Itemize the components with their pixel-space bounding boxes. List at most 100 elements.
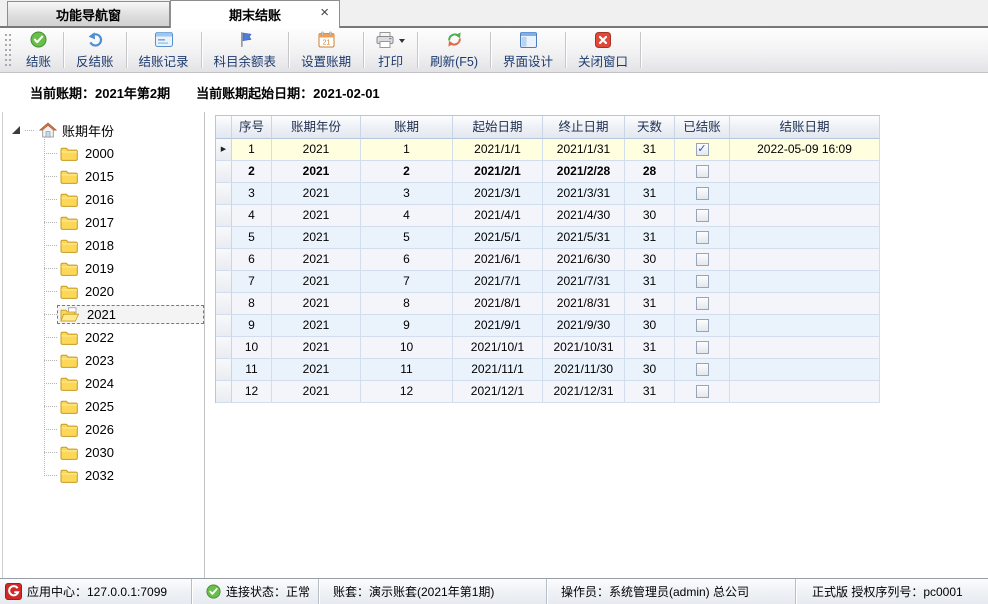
column-header[interactable]: 已结账 [675,116,730,139]
table-row[interactable]: 8202182021/8/12021/8/3131 [216,293,880,315]
column-header[interactable]: 天数 [625,116,675,139]
column-header[interactable]: 结账日期 [730,116,880,139]
row-selector[interactable] [216,161,232,183]
tree-item-box[interactable]: 2017 [57,213,204,232]
tab-close-icon[interactable]: × [320,5,329,21]
tree-item-2016[interactable]: 2016 [3,188,204,211]
tree-item-box[interactable]: 2019 [57,259,204,278]
row-selector[interactable] [216,227,232,249]
closing-records-button[interactable]: 结账记录 [127,28,201,72]
cell-close-date [730,293,880,315]
tree-item-box[interactable]: 2026 [57,420,204,439]
table-row[interactable]: 2202122021/2/12021/2/2828 [216,161,880,183]
tree-item-2017[interactable]: 2017 [3,211,204,234]
table-row[interactable]: 112021112021/11/12021/11/3030 [216,359,880,381]
closed-checkbox[interactable] [696,209,709,222]
tree-item-2021[interactable]: 2021 [3,303,204,326]
column-header[interactable]: 账期 [361,116,453,139]
cell-close-date [730,381,880,403]
tree-item-box[interactable]: 2025 [57,397,204,416]
column-header[interactable]: 序号 [232,116,272,139]
close-window-button[interactable]: 关闭窗口 [566,28,640,72]
tree-item-box[interactable]: 2021 [57,305,204,324]
row-selector[interactable]: ▶ [216,139,232,161]
cell-days: 31 [625,183,675,205]
row-selector[interactable] [216,293,232,315]
account-balance-button[interactable]: 科目余额表 [202,28,289,72]
tree-item-2018[interactable]: 2018 [3,234,204,257]
table-row[interactable]: 122021122021/12/12021/12/3131 [216,381,880,403]
closed-checkbox[interactable] [696,165,709,178]
status-bar: 应用中心：127.0.0.1:7099 连接状态：正常 账套：演示账套(2021… [0,578,988,604]
closed-checkbox[interactable] [696,341,709,354]
tree-item-2024[interactable]: 2024 [3,372,204,395]
table-row[interactable]: ▶1202112021/1/12021/1/3131✓2022-05-09 16… [216,139,880,161]
close-period-button[interactable]: 结账 [14,28,63,72]
reverse-closing-button[interactable]: 反结账 [64,28,126,72]
tree-root-node[interactable]: 账期年份 [3,118,204,142]
row-selector[interactable] [216,337,232,359]
tree-item-box[interactable]: 2015 [57,167,204,186]
closed-checkbox[interactable] [696,231,709,244]
column-header[interactable]: 账期年份 [272,116,361,139]
refresh-button[interactable]: 刷新(F5) [418,28,490,72]
cell-year: 2021 [272,161,361,183]
tree-item-2026[interactable]: 2026 [3,418,204,441]
tab-function-nav[interactable]: 功能导航窗 [7,1,170,26]
tree-item-box[interactable]: 2018 [57,236,204,255]
tree-item-2022[interactable]: 2022 [3,326,204,349]
closed-checkbox[interactable] [696,253,709,266]
closed-checkbox[interactable]: ✓ [696,143,709,156]
column-header[interactable]: 起始日期 [453,116,543,139]
table-row[interactable]: 4202142021/4/12021/4/3030 [216,205,880,227]
tree-item-2023[interactable]: 2023 [3,349,204,372]
expand-triangle-icon[interactable] [12,126,20,134]
ui-design-button[interactable]: 界面设计 [491,28,565,72]
closed-checkbox[interactable] [696,187,709,200]
closed-checkbox[interactable] [696,319,709,332]
table-row[interactable]: 3202132021/3/12021/3/3131 [216,183,880,205]
row-selector[interactable] [216,271,232,293]
closed-checkbox[interactable] [696,275,709,288]
tree-item-box[interactable]: 2024 [57,374,204,393]
cell-days: 30 [625,359,675,381]
tree-item-2015[interactable]: 2015 [3,165,204,188]
closed-checkbox[interactable] [696,297,709,310]
print-dropdown-icon[interactable] [399,39,405,43]
table-row[interactable]: 102021102021/10/12021/10/3131 [216,337,880,359]
tree-item-2030[interactable]: 2030 [3,441,204,464]
table-row[interactable]: 5202152021/5/12021/5/3131 [216,227,880,249]
tree-item-box[interactable]: 2016 [57,190,204,209]
column-header[interactable]: 终止日期 [543,116,625,139]
cell-end: 2021/11/30 [543,359,625,381]
tree-item-box[interactable]: 2022 [57,328,204,347]
cell-close-date [730,359,880,381]
table-row[interactable]: 7202172021/7/12021/7/3131 [216,271,880,293]
tree-item-2019[interactable]: 2019 [3,257,204,280]
row-selector[interactable] [216,249,232,271]
tree-item-box[interactable]: 2000 [57,144,204,163]
print-button[interactable]: 打印 [364,28,417,72]
table-row[interactable]: 9202192021/9/12021/9/3030 [216,315,880,337]
row-selector[interactable] [216,359,232,381]
cell-start: 2021/10/1 [453,337,543,359]
tree-item-box[interactable]: 2030 [57,443,204,462]
set-period-button[interactable]: 21 设置账期 [289,28,363,72]
tree-item-box[interactable]: 2032 [57,466,204,485]
toolbar-grip[interactable] [5,34,11,67]
row-selector[interactable] [216,381,232,403]
tree-item-box[interactable]: 2020 [57,282,204,301]
tree-item-2020[interactable]: 2020 [3,280,204,303]
closed-checkbox[interactable] [696,385,709,398]
status-connection: 连接状态：正常 [192,579,319,604]
tree-item-2032[interactable]: 2032 [3,464,204,487]
tree-item-box[interactable]: 2023 [57,351,204,370]
tree-item-2025[interactable]: 2025 [3,395,204,418]
tab-period-end-closing[interactable]: 期末结账 × [170,0,340,28]
table-row[interactable]: 6202162021/6/12021/6/3030 [216,249,880,271]
row-selector[interactable] [216,315,232,337]
row-selector[interactable] [216,205,232,227]
tree-item-2000[interactable]: 2000 [3,142,204,165]
closed-checkbox[interactable] [696,363,709,376]
row-selector[interactable] [216,183,232,205]
